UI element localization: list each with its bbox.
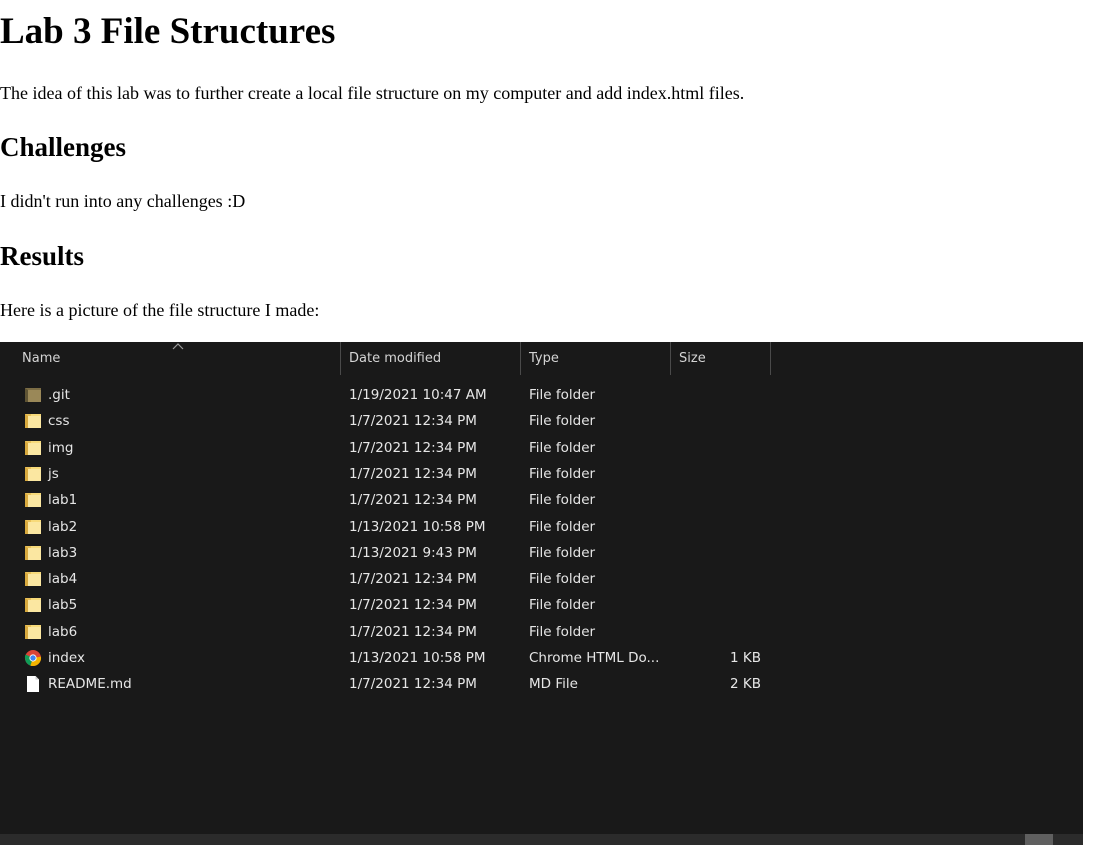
column-header-name[interactable]: Name (14, 342, 341, 375)
file-type: File folder (529, 492, 596, 509)
file-date-modified: 1/7/2021 12:34 PM (349, 413, 477, 430)
folder-icon (24, 570, 42, 588)
file-type: File folder (529, 518, 596, 535)
column-header-date-modified[interactable]: Date modified (341, 342, 521, 375)
intro-paragraph: The idea of this lab was to further crea… (0, 83, 745, 103)
file-type: Chrome HTML Do... (529, 650, 660, 666)
file-name: README.md (48, 676, 132, 693)
file-row[interactable]: css 1/7/2021 12:34 PM File folder (14, 408, 774, 434)
file-row[interactable]: index 1/13/2021 10:58 PM Chrome HTML Do...… (14, 645, 774, 671)
folder-icon (24, 544, 42, 562)
file-type: File folder (529, 571, 596, 588)
file-date-modified: 1/7/2021 12:34 PM (349, 439, 477, 456)
file-row[interactable]: img 1/7/2021 12:34 PM File folder (14, 435, 774, 461)
file-name: lab4 (48, 571, 78, 588)
file-date-modified: 1/7/2021 12:34 PM (349, 597, 477, 614)
file-date-modified: 1/7/2021 12:34 PM (349, 492, 477, 509)
folder-icon (24, 465, 42, 483)
folder-icon (24, 596, 42, 614)
file-size: 1 KB (730, 650, 761, 666)
file-name: lab5 (48, 597, 78, 614)
results-paragraph: Here is a picture of the file structure … (0, 300, 320, 320)
file-type: File folder (529, 413, 596, 430)
file-name: js (48, 465, 59, 482)
file-name: index (48, 650, 85, 666)
file-name: img (48, 439, 74, 456)
file-date-modified: 1/19/2021 10:47 AM (349, 387, 487, 403)
file-date-modified: 1/7/2021 12:34 PM (349, 623, 477, 640)
git-folder-icon (24, 386, 42, 404)
file-row[interactable]: js 1/7/2021 12:34 PM File folder (14, 461, 774, 487)
column-header-type[interactable]: Type (521, 342, 671, 375)
results-heading: Results (0, 241, 85, 271)
file-name: .git (48, 387, 70, 403)
horizontal-scrollbar[interactable] (0, 834, 1083, 845)
file-explorer-screenshot: Name Date modified Type Size .git 1/19/20… (0, 342, 1083, 845)
file-name: lab6 (48, 623, 78, 640)
file-type: File folder (529, 544, 596, 561)
file-date-modified: 1/7/2021 12:34 PM (349, 465, 477, 482)
file-date-modified: 1/7/2021 12:34 PM (349, 571, 477, 588)
file-name: lab2 (48, 518, 78, 535)
file-name: css (48, 413, 70, 430)
file-name: lab3 (48, 544, 78, 561)
scrollbar-thumb[interactable] (1025, 834, 1053, 845)
folder-icon (24, 518, 42, 536)
file-size: 2 KB (730, 676, 761, 693)
file-date-modified: 1/7/2021 12:34 PM (349, 676, 477, 693)
page-title: Lab 3 File Structures (0, 11, 336, 52)
file-row[interactable]: lab2 1/13/2021 10:58 PM File folder (14, 514, 774, 540)
file-type: File folder (529, 597, 596, 614)
chrome-icon (24, 649, 42, 667)
file-row[interactable]: .git 1/19/2021 10:47 AM File folder (14, 382, 774, 408)
file-type: File folder (529, 465, 596, 482)
challenges-paragraph: I didn't run into any challenges :D (0, 191, 246, 211)
file-date-modified: 1/13/2021 10:58 PM (349, 518, 486, 535)
file-row[interactable]: lab6 1/7/2021 12:34 PM File folder (14, 619, 774, 645)
file-row[interactable]: lab3 1/13/2021 9:43 PM File folder (14, 540, 774, 566)
file-row[interactable]: lab1 1/7/2021 12:34 PM File folder (14, 487, 774, 513)
file-type: File folder (529, 387, 596, 403)
file-icon (24, 675, 42, 693)
file-row[interactable]: lab4 1/7/2021 12:34 PM File folder (14, 566, 774, 592)
file-date-modified: 1/13/2021 10:58 PM (349, 650, 486, 666)
challenges-heading: Challenges (0, 132, 127, 162)
column-header-size[interactable]: Size (671, 342, 771, 375)
file-date-modified: 1/13/2021 9:43 PM (349, 544, 477, 561)
folder-icon (24, 439, 42, 457)
folder-icon (24, 412, 42, 430)
folder-icon (24, 491, 42, 509)
file-type: File folder (529, 623, 596, 640)
file-row[interactable]: README.md 1/7/2021 12:34 PM MD File 2 KB (14, 671, 774, 697)
file-row[interactable]: lab5 1/7/2021 12:34 PM File folder (14, 592, 774, 618)
folder-icon (24, 623, 42, 641)
file-type: MD File (529, 676, 578, 693)
file-type: File folder (529, 439, 596, 456)
file-name: lab1 (48, 492, 78, 509)
